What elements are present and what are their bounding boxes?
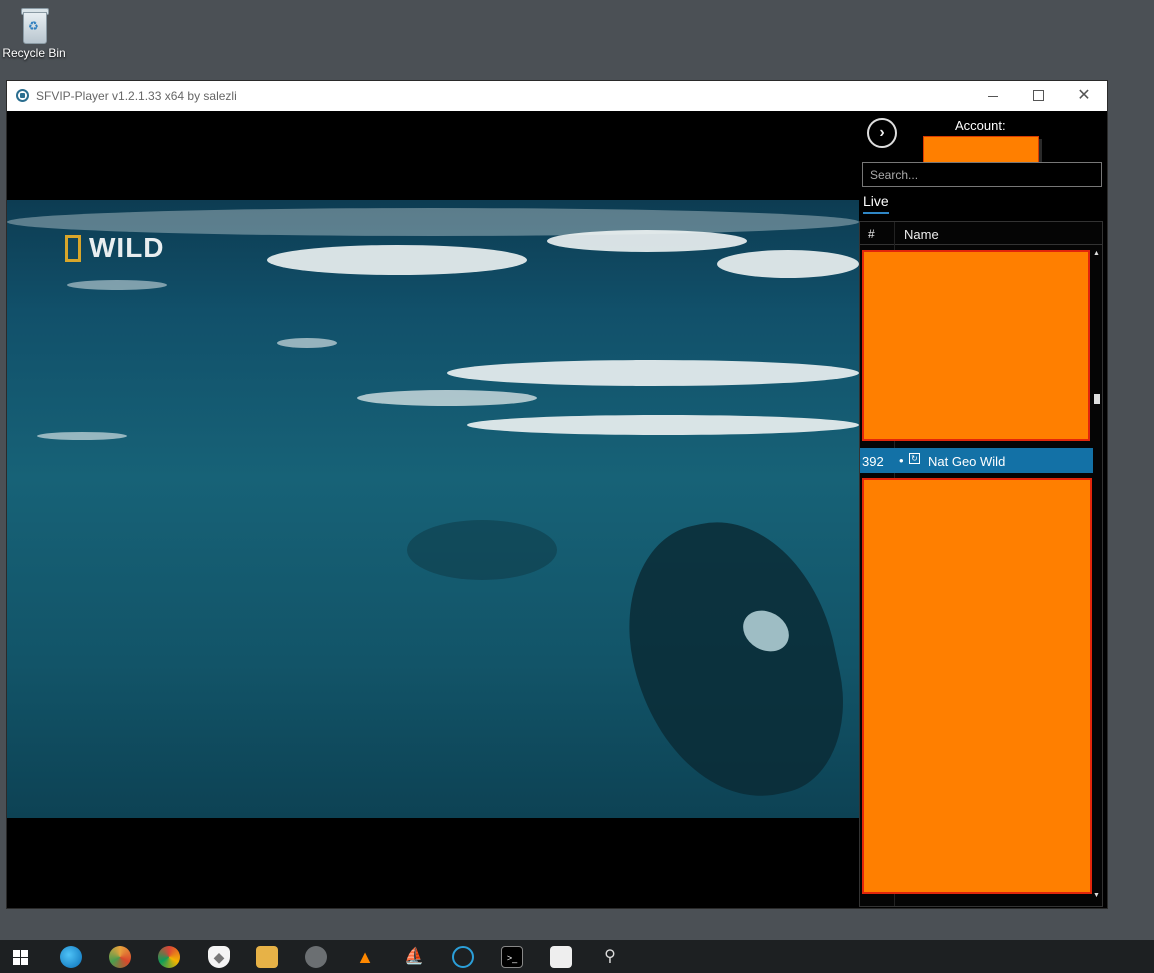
recycle-bin-icon: ♻	[19, 4, 49, 44]
account-value-redacted[interactable]	[923, 136, 1039, 165]
video-frame: WILD	[7, 200, 859, 818]
windows-start-icon[interactable]	[13, 950, 29, 966]
column-header-name[interactable]: Name	[904, 227, 939, 242]
window-title: SFVIP-Player v1.2.1.33 x64 by salezli	[36, 89, 237, 103]
collapse-panel-button[interactable]: ›	[867, 118, 897, 148]
chrome-canary-icon[interactable]	[109, 946, 131, 968]
tv-channel-icon: ↻	[909, 453, 920, 464]
sfvip-player-icon[interactable]	[452, 946, 474, 968]
channel-list[interactable]: # Name 392 • ↻ Nat Geo Wild ▲ ▼	[859, 221, 1103, 907]
close-button[interactable]: ✕	[1061, 81, 1107, 111]
list-scrollbar[interactable]: ▲ ▼	[1093, 250, 1101, 900]
row-number: 392	[862, 454, 884, 469]
maximize-button[interactable]	[1015, 81, 1061, 111]
media-app-icon[interactable]	[305, 946, 327, 968]
minimize-icon	[988, 96, 998, 97]
minimize-button[interactable]	[971, 81, 1017, 111]
chrome-icon[interactable]	[158, 946, 180, 968]
title-bar[interactable]: SFVIP-Player v1.2.1.33 x64 by salezli ✕	[7, 81, 1107, 111]
list-header: # Name	[860, 222, 1102, 245]
scroll-thumb[interactable]	[1094, 394, 1100, 404]
close-icon: ✕	[1077, 87, 1091, 104]
maximize-icon	[1033, 90, 1044, 101]
scroll-up-arrow-icon[interactable]: ▲	[1093, 250, 1100, 257]
search-magnifier-icon[interactable]: ⚲	[599, 946, 621, 968]
sfvip-player-window: SFVIP-Player v1.2.1.33 x64 by salezli ✕ …	[6, 80, 1108, 909]
redacted-rows-below	[862, 478, 1092, 894]
chevron-right-icon: ›	[879, 124, 885, 141]
row-channel-name: Nat Geo Wild	[928, 454, 1006, 469]
app-icon	[16, 89, 29, 102]
channel-logo: WILD	[65, 232, 165, 264]
brave-browser-icon[interactable]: ◆	[208, 946, 230, 968]
boat-app-icon[interactable]: ⛵	[403, 946, 425, 968]
redacted-rows-above	[862, 250, 1090, 441]
list-item-selected[interactable]: 392 • ↻ Nat Geo Wild	[860, 448, 1093, 473]
terminal-icon[interactable]: >_	[501, 946, 523, 968]
recycle-bin-desktop-icon[interactable]: ♻ Recycle Bin	[0, 4, 68, 60]
row-bullet: •	[899, 453, 904, 468]
channel-panel: › Account: Live # Name 392 • ↻ Nat Geo W…	[859, 111, 1107, 908]
account-label: Account:	[955, 118, 1006, 133]
orca-shadow	[407, 520, 557, 580]
tab-live[interactable]: Live	[863, 193, 889, 214]
video-player[interactable]: WILD	[7, 111, 859, 908]
recycle-bin-label: Recycle Bin	[2, 46, 66, 60]
taskbar: ◆ ▲ ⛵ >_ ⚲	[0, 940, 1154, 973]
orca-silhouette	[608, 502, 859, 818]
scroll-down-arrow-icon[interactable]: ▼	[1093, 892, 1100, 899]
edge-browser-icon[interactable]	[60, 946, 82, 968]
channel-logo-text: WILD	[89, 232, 165, 263]
task-manager-icon[interactable]	[550, 946, 572, 968]
vlc-icon[interactable]: ▲	[354, 946, 376, 968]
file-explorer-icon[interactable]	[256, 946, 278, 968]
nat-geo-frame-icon	[65, 234, 81, 262]
column-header-number[interactable]: #	[868, 227, 875, 241]
search-input[interactable]	[862, 162, 1102, 187]
